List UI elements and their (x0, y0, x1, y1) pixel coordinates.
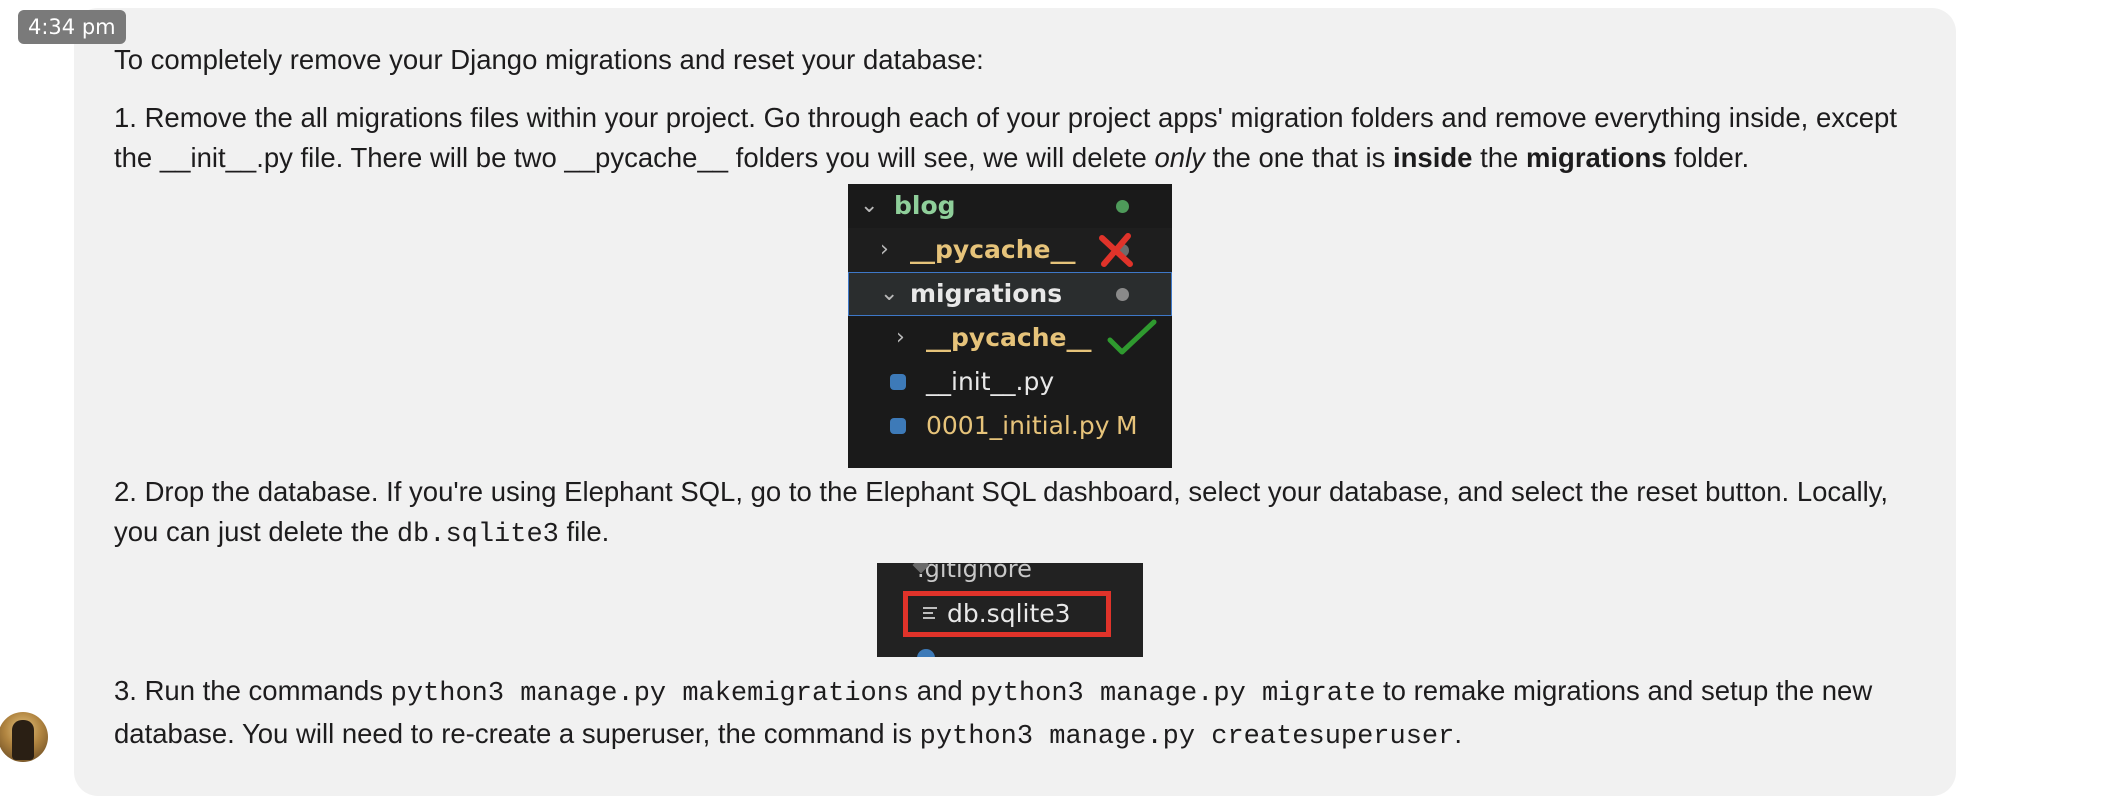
python-file-icon (917, 649, 935, 657)
step-3-text: and (909, 675, 971, 706)
status-dot-icon (1116, 200, 1129, 213)
avatar[interactable] (0, 712, 48, 762)
tree-row-label: migrations (910, 279, 1063, 308)
step-1: 1. Remove the all migrations files withi… (114, 98, 1914, 178)
step-2-text: file. (558, 516, 610, 547)
red-x-icon (1099, 233, 1133, 267)
tree-row-init: __init__.py (848, 360, 1172, 404)
tree-row-migrations: ⌄ migrations (848, 272, 1172, 316)
file-explorer-screenshot[interactable]: ⌄ blog › __pycache__ ⌄ migrations › __py… (848, 184, 1172, 468)
modified-badge: M (1116, 411, 1138, 440)
inline-code: python3 manage.py createsuperuser (919, 722, 1455, 752)
tree-row-label: __pycache__ (926, 323, 1092, 352)
step-3-text: 3. Run the commands (114, 675, 391, 706)
message-timestamp: 4:34 pm (18, 10, 126, 44)
chevron-right-icon: › (880, 237, 889, 262)
step-3: 3. Run the commands python3 manage.py ma… (114, 671, 1914, 757)
inline-code: python3 manage.py migrate (970, 679, 1376, 709)
step-1-text: the (1472, 142, 1526, 173)
tree-row-pycache-inner: › __pycache__ (848, 316, 1172, 360)
step-2-text: 2. Drop the database. If you're using El… (114, 476, 1889, 547)
tree-row-pycache: › __pycache__ (848, 228, 1172, 272)
step-1-text: folder. (1666, 142, 1750, 173)
python-file-icon (890, 374, 906, 390)
emphasis-only: only (1154, 142, 1205, 173)
tree-row-label: 0001_initial.py (926, 411, 1110, 440)
inline-code: db.sqlite3 (396, 520, 559, 550)
step-1-text: the one that is (1204, 142, 1393, 173)
file-lines-icon (923, 607, 937, 619)
chevron-down-icon: ⌄ (880, 281, 899, 306)
status-dot-icon (1116, 288, 1129, 301)
green-checkmark-icon (1107, 319, 1157, 355)
db-file-label: db.sqlite3 (947, 599, 1071, 628)
avatar-figure (12, 720, 34, 760)
tree-row-label: __init__.py (926, 367, 1055, 396)
database-file-screenshot[interactable]: .gitignore db.sqlite3 (877, 563, 1143, 657)
step-3-text: . (1454, 718, 1462, 749)
chevron-right-icon: › (896, 325, 905, 350)
inline-code: python3 manage.py makemigrations (390, 679, 910, 709)
chevron-down-icon: ⌄ (860, 193, 879, 218)
bold-migrations: migrations (1525, 142, 1667, 173)
python-file-icon (890, 418, 906, 434)
step-2: 2. Drop the database. If you're using El… (114, 472, 1914, 555)
message-intro: To completely remove your Django migrati… (114, 44, 984, 75)
tree-row-blog: ⌄ blog (848, 184, 1172, 228)
message-body: To completely remove your Django migrati… (114, 40, 1914, 757)
bold-inside: inside (1392, 142, 1473, 173)
tree-row-initial: 0001_initial.py M (848, 404, 1172, 448)
gitignore-label: .gitignore (917, 563, 1032, 583)
tree-row-label: blog (894, 191, 956, 220)
tree-row-label: __pycache__ (910, 235, 1076, 264)
